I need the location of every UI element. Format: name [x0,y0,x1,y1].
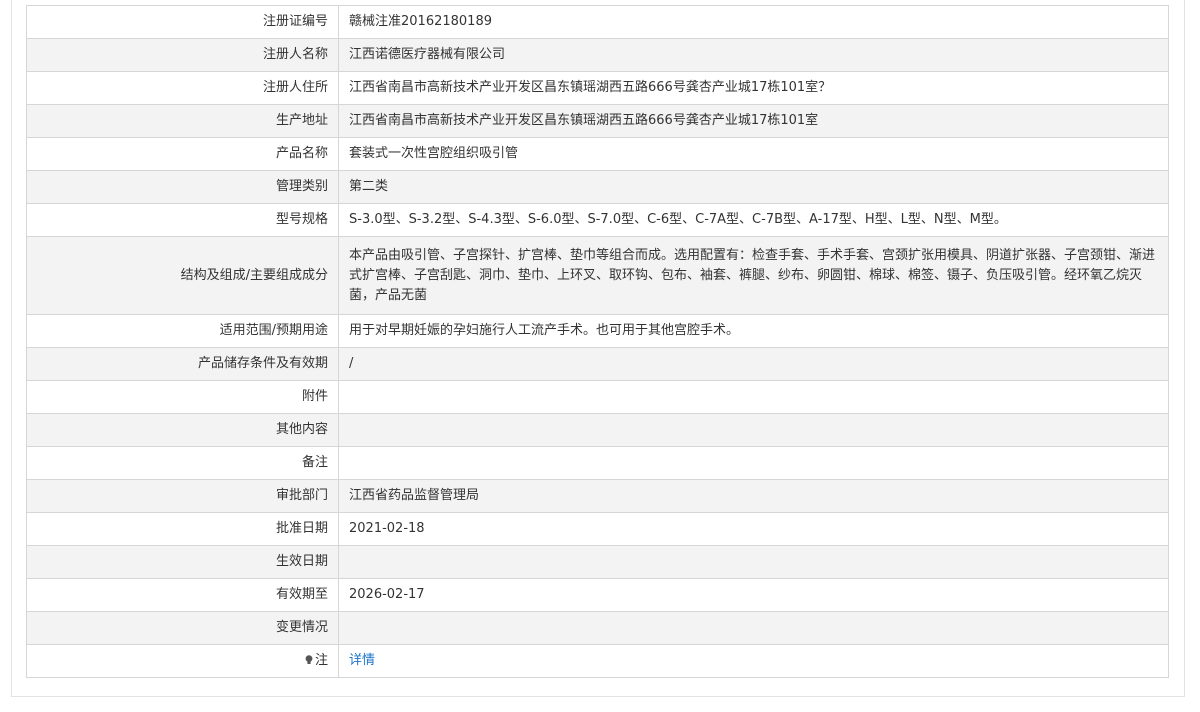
table-row: 审批部门 江西省药品监督管理局 [26,479,1169,513]
table-row: 生产地址 江西省南昌市高新技术产业开发区昌东镇瑶湖西五路666号龚杏产业城17栋… [26,104,1169,138]
row-value: 江西省药品监督管理局 [338,479,1169,513]
table-row: 备注 [26,446,1169,480]
table-row: 适用范围/预期用途 用于对早期妊娠的孕妇施行人工流产手术。也可用于其他宫腔手术。 [26,314,1169,348]
table-row: 批准日期 2021-02-18 [26,512,1169,546]
note-label-cell: 注 [26,644,339,678]
table-row: 注册证编号 赣械注准20162180189 [26,5,1169,39]
row-value: 赣械注准20162180189 [338,5,1169,39]
row-value: 江西省南昌市高新技术产业开发区昌东镇瑶湖西五路666号龚杏产业城17栋101室 [338,104,1169,138]
details-link[interactable]: 详情 [349,653,375,668]
row-label: 产品名称 [26,137,339,171]
row-value [338,413,1169,447]
table-row: 其他内容 [26,413,1169,447]
row-label: 注册人名称 [26,38,339,72]
row-value: 2026-02-17 [338,578,1169,612]
row-value: 2021-02-18 [338,512,1169,546]
row-label: 产品储存条件及有效期 [26,347,339,381]
row-label: 其他内容 [26,413,339,447]
table-row: 有效期至 2026-02-17 [26,578,1169,612]
table-row: 产品储存条件及有效期 / [26,347,1169,381]
row-label: 结构及组成/主要组成成分 [26,236,339,315]
row-label: 变更情况 [26,611,339,645]
note-label: 注 [314,653,328,668]
row-label: 注册人住所 [26,71,339,105]
table-row: 附件 [26,380,1169,414]
row-value: S-3.0型、S-3.2型、S-4.3型、S-6.0型、S-7.0型、C-6型、… [338,203,1169,237]
row-label: 管理类别 [26,170,339,204]
row-value: 用于对早期妊娠的孕妇施行人工流产手术。也可用于其他宫腔手术。 [338,314,1169,348]
row-label: 有效期至 [26,578,339,612]
table-row: 变更情况 [26,611,1169,645]
table-row: 结构及组成/主要组成成分 本产品由吸引管、子宫探针、扩宫棒、垫巾等组合而成。选用… [26,236,1169,315]
row-value: 第二类 [338,170,1169,204]
row-value: / [338,347,1169,381]
table-row: 注册人名称 江西诺德医疗器械有限公司 [26,38,1169,72]
table-row: 生效日期 [26,545,1169,579]
row-value: 套装式一次性宫腔组织吸引管 [338,137,1169,171]
row-value [338,611,1169,645]
row-label: 适用范围/预期用途 [26,314,339,348]
row-label: 注册证编号 [26,5,339,39]
row-value: 江西省南昌市高新技术产业开发区昌东镇瑶湖西五路666号龚杏产业城17栋101室？ [338,71,1169,105]
row-label: 附件 [26,380,339,414]
row-label: 批准日期 [26,512,339,546]
row-value: 本产品由吸引管、子宫探针、扩宫棒、垫巾等组合而成。选用配置有：检查手套、手术手套… [338,236,1169,315]
table-row: 管理类别 第二类 [26,170,1169,204]
table-row: 型号规格 S-3.0型、S-3.2型、S-4.3型、S-6.0型、S-7.0型、… [26,203,1169,237]
note-value-cell: 详情 [338,644,1169,678]
row-label: 备注 [26,446,339,480]
table-row: 注册人住所 江西省南昌市高新技术产业开发区昌东镇瑶湖西五路666号龚杏产业城17… [26,71,1169,105]
row-label: 生效日期 [26,545,339,579]
row-label: 型号规格 [26,203,339,237]
lightbulb-icon [305,652,313,664]
row-value [338,545,1169,579]
row-label: 审批部门 [26,479,339,513]
registration-detail-table: 注册证编号 赣械注准20162180189 注册人名称 江西诺德医疗器械有限公司… [26,5,1169,678]
table-row: 产品名称 套装式一次性宫腔组织吸引管 [26,137,1169,171]
note-row: 注 详情 [26,644,1169,678]
row-label: 生产地址 [26,104,339,138]
row-value [338,446,1169,480]
row-value: 江西诺德医疗器械有限公司 [338,38,1169,72]
row-value [338,380,1169,414]
